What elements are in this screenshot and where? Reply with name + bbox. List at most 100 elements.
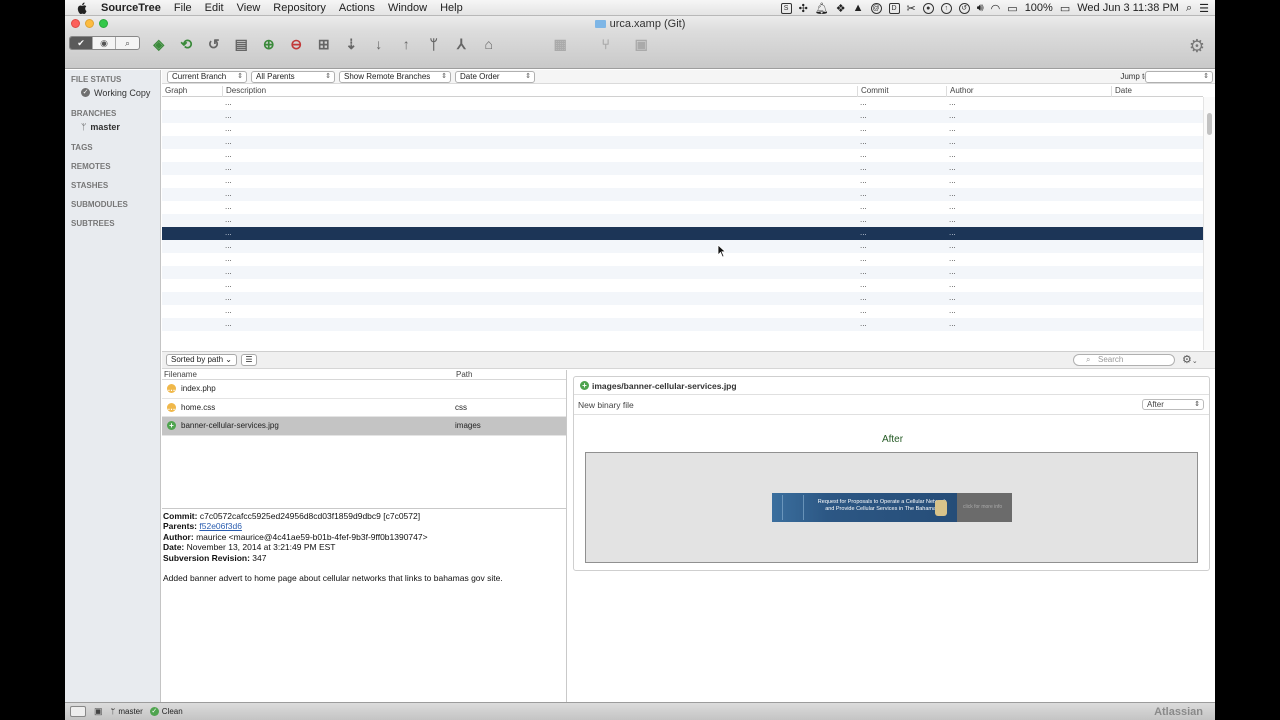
settings-tool[interactable]: ⚙ bbox=[1189, 36, 1205, 57]
file-row[interactable]: + banner-cellular-services.jpg images bbox=[162, 417, 566, 436]
skype-icon[interactable]: S bbox=[780, 2, 792, 14]
table-row[interactable]: ......... bbox=[162, 110, 1203, 123]
fetch-tool[interactable]: ⇣ bbox=[338, 35, 366, 52]
order-dropdown[interactable]: Date Order ⇕ bbox=[455, 71, 535, 83]
minimize-window-button[interactable] bbox=[85, 19, 94, 28]
log-view-button[interactable]: ◉ bbox=[93, 37, 116, 49]
column-header-filename[interactable]: Filename bbox=[164, 370, 197, 379]
table-row[interactable]: ......... bbox=[162, 97, 1203, 110]
sidebar-header-stashes[interactable]: STASHES bbox=[65, 181, 160, 190]
column-header-commit[interactable]: Commit bbox=[857, 86, 946, 97]
table-row[interactable]: ......... bbox=[162, 266, 1203, 279]
remove-tool[interactable]: ⊖ bbox=[283, 35, 311, 52]
sidebar-header-tags[interactable]: TAGS bbox=[65, 143, 160, 152]
file-row[interactable]: … home.css css bbox=[162, 399, 566, 417]
table-row[interactable]: ......... bbox=[162, 214, 1203, 227]
table-row[interactable]: ......... bbox=[162, 253, 1203, 266]
table-row-selected[interactable]: ......... bbox=[162, 227, 1203, 240]
modified-file-icon[interactable]: … bbox=[167, 402, 176, 412]
table-row[interactable]: ......... bbox=[162, 188, 1203, 201]
modified-file-icon[interactable]: … bbox=[167, 384, 176, 394]
branch-tool[interactable]: ᛘ bbox=[420, 35, 448, 52]
table-row[interactable]: ......... bbox=[162, 292, 1203, 305]
pull-tool[interactable]: ↓ bbox=[365, 35, 393, 52]
airplay-icon[interactable]: ▭ bbox=[1007, 2, 1017, 15]
clock[interactable]: Wed Jun 3 11:38 PM bbox=[1077, 2, 1179, 14]
file-status-view-button[interactable]: ✔ bbox=[70, 37, 93, 49]
table-row[interactable]: ......... bbox=[162, 279, 1203, 292]
stash-tool[interactable]: ▤ bbox=[228, 35, 256, 52]
discard-tool[interactable]: ↺ bbox=[200, 35, 228, 52]
scrollbar-thumb[interactable] bbox=[1207, 113, 1212, 135]
menu-view[interactable]: View bbox=[237, 2, 261, 14]
notification-bell-icon[interactable]: 🔔︎ bbox=[815, 2, 829, 15]
close-window-button[interactable] bbox=[71, 19, 80, 28]
checkout-tool[interactable]: ⟲ bbox=[173, 35, 201, 52]
sidebar-header-branches[interactable]: BRANCHES bbox=[65, 109, 160, 118]
remote-tool[interactable]: ⑂ bbox=[592, 35, 620, 52]
add-remove-tool[interactable]: ⊞ bbox=[310, 35, 338, 52]
upload-icon[interactable]: ↑ bbox=[940, 2, 952, 14]
column-header-path[interactable]: Path bbox=[456, 370, 472, 379]
file-row[interactable]: … index.php bbox=[162, 380, 566, 399]
sidebar-header-submodules[interactable]: SUBMODULES bbox=[65, 200, 160, 209]
remote-branches-dropdown[interactable]: Show Remote Branches ⇕ bbox=[339, 71, 451, 83]
table-row[interactable]: ......... bbox=[162, 240, 1203, 253]
menu-file[interactable]: File bbox=[174, 2, 192, 14]
toggle-sidebar-button[interactable] bbox=[70, 706, 86, 717]
table-row[interactable]: ......... bbox=[162, 175, 1203, 188]
time-machine-icon[interactable]: ↺ bbox=[958, 2, 970, 14]
menu-actions[interactable]: Actions bbox=[339, 2, 375, 14]
google-drive-icon[interactable]: ▲ bbox=[853, 2, 864, 14]
battery-percent[interactable]: 100% bbox=[1025, 2, 1053, 14]
menu-window[interactable]: Window bbox=[388, 2, 427, 14]
list-view-button[interactable]: ☰ bbox=[241, 354, 257, 366]
table-row[interactable]: ......... bbox=[162, 318, 1203, 331]
dropbox-icon[interactable]: ❖ bbox=[836, 2, 846, 15]
parent-commit-link[interactable]: f52e06f3d6 bbox=[199, 521, 242, 531]
branch-filter-dropdown[interactable]: Current Branch ⇕ bbox=[167, 71, 247, 83]
scissors-icon[interactable]: ✂ bbox=[907, 2, 916, 15]
commit-tool[interactable]: ◈ bbox=[145, 35, 173, 52]
at-sign-icon[interactable]: @ bbox=[870, 2, 882, 14]
jump-to-dropdown[interactable]: ⇕ bbox=[1145, 71, 1213, 83]
sort-dropdown[interactable]: Sorted by path ⌄ bbox=[166, 354, 237, 366]
added-file-icon[interactable]: + bbox=[167, 421, 176, 431]
sidebar-header-file-status[interactable]: FILE STATUS bbox=[65, 75, 160, 84]
dashlane-icon[interactable]: D bbox=[888, 2, 900, 14]
sidebar-item-working-copy[interactable]: ✓ Working Copy bbox=[65, 86, 160, 99]
history-scrollbar[interactable] bbox=[1203, 97, 1215, 350]
zoom-window-button[interactable] bbox=[99, 19, 108, 28]
sidebar-header-remotes[interactable]: REMOTES bbox=[65, 162, 160, 171]
menu-help[interactable]: Help bbox=[440, 2, 463, 14]
menu-repository[interactable]: Repository bbox=[273, 2, 326, 14]
file-options-button[interactable]: ⚙⌄ bbox=[1182, 353, 1198, 366]
column-header-description[interactable]: Description bbox=[222, 86, 857, 97]
terminal-button[interactable]: ▣ bbox=[94, 706, 103, 717]
push-tool[interactable]: ↑ bbox=[393, 35, 421, 52]
table-row[interactable]: ......... bbox=[162, 201, 1203, 214]
table-row[interactable]: ......... bbox=[162, 123, 1203, 136]
file-search-input[interactable]: ⌕ Search bbox=[1073, 354, 1175, 366]
app-menu[interactable]: SourceTree bbox=[101, 2, 161, 14]
table-row[interactable]: ......... bbox=[162, 305, 1203, 318]
pinwheel-icon[interactable]: ✣ bbox=[799, 2, 808, 15]
volume-icon[interactable]: 🔊︎ bbox=[977, 2, 984, 15]
table-row[interactable]: ......... bbox=[162, 162, 1203, 175]
terminal-tool[interactable]: ▣ bbox=[628, 35, 656, 52]
menu-edit[interactable]: Edit bbox=[205, 2, 224, 14]
add-tool[interactable]: ⊕ bbox=[255, 35, 283, 52]
image-view-dropdown[interactable]: After ⇕ bbox=[1142, 399, 1204, 410]
record-icon[interactable]: ● bbox=[922, 2, 934, 14]
wifi-icon[interactable]: ◠ bbox=[991, 2, 1001, 15]
sidebar-item-master[interactable]: ᛘ master bbox=[65, 120, 160, 133]
notification-center-icon[interactable]: ☰ bbox=[1199, 2, 1209, 15]
search-view-button[interactable]: ⌕ bbox=[116, 37, 139, 49]
sidebar-header-subtrees[interactable]: SUBTREES bbox=[65, 219, 160, 228]
column-header-author[interactable]: Author bbox=[946, 86, 1111, 97]
apple-icon[interactable] bbox=[77, 2, 93, 14]
table-row[interactable]: ......... bbox=[162, 149, 1203, 162]
column-header-date[interactable]: Date bbox=[1111, 86, 1203, 97]
git-flow-tool[interactable]: ▦ bbox=[547, 35, 575, 52]
tag-tool[interactable]: ⌂ bbox=[475, 35, 503, 52]
